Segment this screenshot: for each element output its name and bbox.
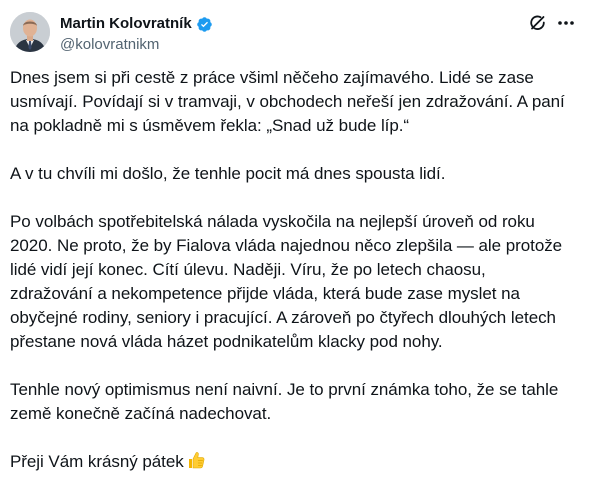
tweet-paragraph: Dnes jsem si při cestě z práce všiml něč… (10, 66, 580, 138)
tweet-line: země konečně začíná nadechovat. (10, 404, 272, 423)
tweet-paragraph: Přeji Vám krásný pátek (10, 450, 580, 474)
tweet-paragraph: A v tu chvíli mi došlo, že tenhle pocit … (10, 162, 580, 186)
thumbs-up-icon (186, 450, 206, 470)
tweet-text: Dnes jsem si při cestě z práce všiml něč… (10, 66, 580, 474)
more-options-icon[interactable] (555, 13, 577, 33)
tweet-line: Po volbách spotřebitelská nálada vyskoči… (10, 212, 535, 231)
verified-badge-icon (196, 16, 213, 33)
tweet-line-last: Přeji Vám krásný pátek (10, 450, 580, 474)
avatar-image (10, 12, 50, 52)
avatar[interactable] (10, 12, 50, 52)
author-handle[interactable]: @kolovratnikm (60, 36, 159, 54)
author-display-name[interactable]: Martin Kolovratník (60, 14, 192, 34)
tweet-paragraph: Tenhle nový optimismus není naivní. Je t… (10, 378, 580, 426)
tweet-line: přestane nová vláda házet podnikatelům k… (10, 332, 443, 351)
tweet: Martin Kolovratník @kolovratnikm Dnes js… (0, 0, 590, 485)
tweet-line: 2020. Ne proto, že by Fialova vláda naje… (10, 236, 563, 255)
tweet-paragraph: Po volbách spotřebitelská nálada vyskoči… (10, 210, 580, 354)
tweet-line: zdražování a nekompetence přijde vláda, … (10, 284, 520, 303)
author-name-row: Martin Kolovratník (60, 14, 213, 34)
tweet-line: na pokladně mi s úsměvem řekla: „Snad už… (10, 116, 410, 135)
tweet-line: lidé vidí její konec. Cítí úlevu. Naději… (10, 260, 486, 279)
tweet-line: Dnes jsem si při cestě z práce všiml něč… (10, 68, 534, 87)
grok-icon[interactable] (528, 13, 548, 33)
tweet-line: usmívají. Povídají si v tramvaji, v obch… (10, 92, 565, 111)
tweet-line: A v tu chvíli mi došlo, že tenhle pocit … (10, 164, 446, 183)
tweet-line: obyčejné rodiny, seniory i pracující. A … (10, 308, 556, 327)
tweet-closing-text: Přeji Vám krásný pátek (10, 452, 184, 471)
tweet-line: Tenhle nový optimismus není naivní. Je t… (10, 380, 559, 399)
